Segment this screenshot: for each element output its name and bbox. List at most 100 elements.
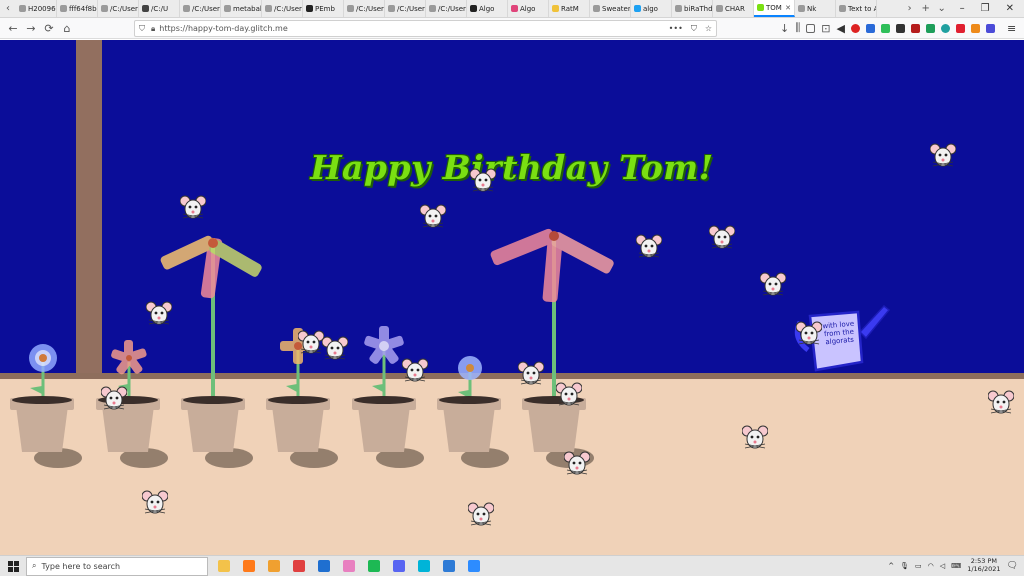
browser-tab[interactable]: CHAR [713,0,754,17]
browser-tab[interactable]: biRaThday [672,0,713,17]
browser-tab[interactable]: algo [631,0,672,17]
windows-start-icon[interactable] [0,560,26,572]
browser-tab[interactable]: /C:/Users [262,0,303,17]
audio-icon[interactable]: ◀ [837,22,845,35]
extension-badge-icon[interactable] [895,23,905,33]
browser-tab[interactable]: H20096-L [16,0,57,17]
browser-tab[interactable]: TOM ✕ [754,0,795,17]
taskbar-app-icon[interactable] [468,560,480,572]
extension-puzzle-icon[interactable] [970,23,980,33]
browser-tab[interactable]: RatM [549,0,590,17]
browser-tab[interactable]: PEmb [303,0,344,17]
taskbar-app-icon[interactable] [393,560,405,572]
screenshot-icon[interactable]: ⊡ [821,22,830,35]
shield-icon[interactable]: ⛉ [139,24,145,34]
pocket-icon[interactable]: ⛉ [691,24,697,34]
rat-emoji-icon [636,234,662,260]
browser-tab[interactable]: fff64f8bc+ [57,0,98,17]
browser-tab[interactable]: /C:/Users [180,0,221,17]
tab-favicon-icon [142,5,149,12]
library-icon[interactable]: ⫼ [795,21,800,35]
taskbar-app-icon[interactable] [218,560,230,572]
extension-droplet-icon[interactable] [940,23,950,33]
wifi-icon[interactable]: ◠ [928,562,934,570]
battery-icon[interactable]: ▭ [915,562,922,570]
back-icon[interactable]: ← [4,22,22,35]
browser-tab[interactable]: /C:/Users [426,0,467,17]
close-window-icon[interactable]: ✕ [1006,3,1014,14]
tab-list: H20096-L fff64f8bc+ /C:/Users/C:/U/C:/User… [16,0,902,17]
taskbar-search-box[interactable]: ⌕ Type here to search [26,556,208,576]
close-tab-icon[interactable]: ✕ [785,4,791,12]
bookmark-star-icon[interactable]: ☆ [705,24,712,34]
browser-tab[interactable]: Algo [467,0,508,17]
home-icon[interactable]: ⌂ [58,22,76,35]
browser-tab[interactable]: metaball [221,0,262,17]
tab-favicon-icon [183,5,190,12]
browser-tab[interactable]: Algo [508,0,549,17]
tab-scroll-left-icon[interactable]: ‹ [0,0,16,17]
extension-shield-icon[interactable] [925,23,935,33]
rat-emoji-icon [556,382,582,408]
lock-icon[interactable]: 🔒︎ [151,24,155,34]
tab-scroll-right-icon[interactable]: › [902,0,918,17]
tab-label: TOM [766,3,782,12]
taskbar-app-icon[interactable] [368,560,380,572]
rat-emoji-icon [298,330,324,356]
reload-icon[interactable]: ⟳ [40,22,58,35]
sidebar-icon[interactable] [806,23,816,33]
browser-tab[interactable]: Nk [795,0,836,17]
minimize-icon[interactable]: – [960,3,965,14]
maximize-icon[interactable]: ❐ [981,3,990,14]
microphone-icon[interactable]: 🎙︎ [900,562,909,570]
taskbar-app-icon[interactable] [243,560,255,572]
volume-icon[interactable]: ◁ [940,562,945,570]
taskbar-app-icon[interactable] [418,560,430,572]
browser-tab[interactable]: /C:/Users [344,0,385,17]
browser-tab[interactable]: Text to AS [836,0,877,17]
taskbar-app-icon[interactable] [293,560,305,572]
browser-tab[interactable]: /C:/Users [98,0,139,17]
page-actions-icon[interactable]: ••• [669,24,683,34]
browser-tab[interactable]: /C:/U [139,0,180,17]
tray-chevron-icon[interactable]: ^ [888,562,894,570]
wooden-post [76,40,102,373]
rat-emoji-icon [988,390,1014,416]
tab-label: metaball [233,4,262,13]
extension-vpn-icon[interactable] [955,23,965,33]
taskbar-app-icon[interactable] [268,560,280,572]
extension-red-icon[interactable] [850,23,860,33]
notifications-icon[interactable]: 🗨︎ [1007,561,1018,571]
tab-label: H20096-L [28,4,56,13]
ublock-icon[interactable] [910,23,920,33]
tab-list-dropdown-icon[interactable]: ⌄ [934,0,950,17]
taskbar-app-icon[interactable] [318,560,330,572]
download-icon[interactable]: ↓ [780,22,789,35]
tab-label: RatM [561,4,579,13]
url-text[interactable]: https://happy-tom-day.glitch.me [159,24,288,33]
browser-tab[interactable]: Sweater R [590,0,631,17]
tab-favicon-icon [675,5,682,12]
tab-label: /C:/Users [192,4,221,13]
tab-label: /C:/Users [438,4,467,13]
tab-favicon-icon [306,5,313,12]
taskbar-app-icon[interactable] [443,560,455,572]
menu-icon[interactable]: ≡ [1007,22,1016,35]
tab-favicon-icon [839,5,846,12]
forward-icon[interactable]: → [22,22,40,35]
browser-tab[interactable]: /C:/Users [385,0,426,17]
new-tab-icon[interactable]: + [918,0,934,17]
tab-favicon-icon [470,5,477,12]
clock-date: 1/16/2021 [967,565,1001,573]
extension-blue-icon[interactable] [865,23,875,33]
tab-label: /C:/U [151,4,169,13]
keyboard-icon[interactable]: ⌨ [951,562,961,570]
clock[interactable]: 2:53 PM 1/16/2021 [967,557,1001,574]
taskbar-app-icon[interactable] [343,560,355,572]
tab-favicon-icon [511,5,518,12]
window-controls: – ❐ ✕ [950,0,1024,17]
extension-green-icon[interactable] [880,23,890,33]
system-tray: ^ 🎙︎ ▭ ◠ ◁ ⌨ 2:53 PM 1/16/2021 🗨︎ [888,557,1024,574]
extension-paint-icon[interactable] [985,23,995,33]
url-bar[interactable]: ⛉ 🔒︎ https://happy-tom-day.glitch.me •••… [134,20,717,37]
